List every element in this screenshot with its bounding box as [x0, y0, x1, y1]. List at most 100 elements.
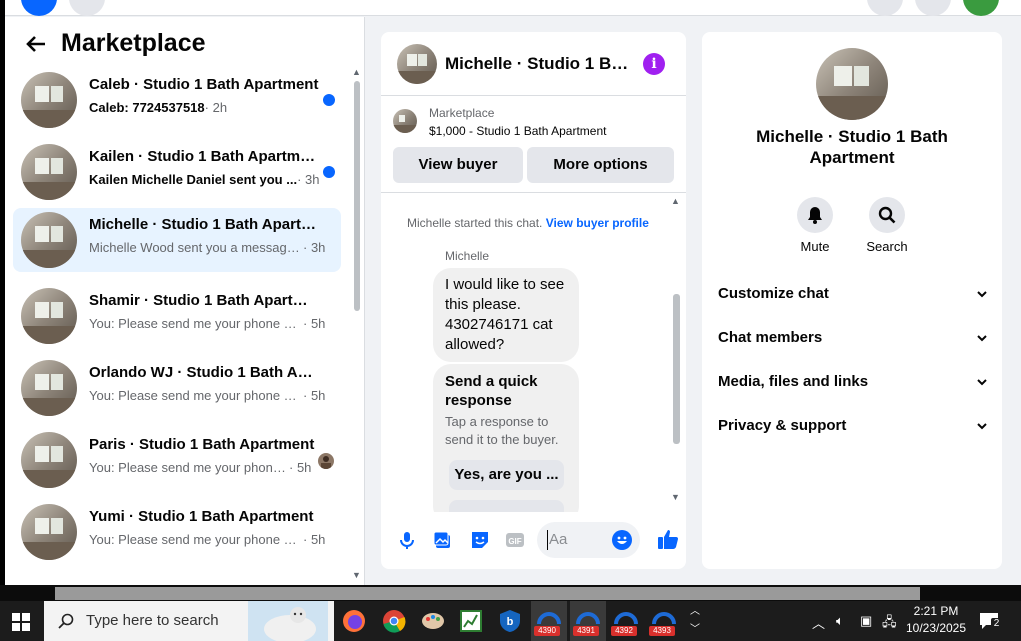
system-clock[interactable]: 2:21 PM 10/23/2025 — [904, 603, 968, 637]
show-hidden-icons-icon[interactable]: ︿ — [812, 613, 825, 632]
taskbar-app-shield[interactable]: b — [492, 601, 528, 641]
taskbar-app-paint[interactable] — [415, 601, 451, 641]
conversation-item-orlando[interactable]: Orlando WJ · Studio 1 Bath Apar... You: … — [13, 356, 341, 420]
unread-dot-icon — [323, 94, 335, 106]
media-files-links-section[interactable]: Media, files and links — [718, 370, 988, 394]
mute-label: Mute — [800, 239, 830, 254]
chrome-icon — [383, 610, 406, 633]
back-arrow-icon[interactable] — [25, 33, 47, 55]
horizontal-scrollbar-thumb[interactable] — [55, 587, 920, 600]
conversation-preview: Kailen Michelle Daniel sent you ... · 3h — [89, 172, 320, 187]
section-label: Media, files and links — [718, 373, 869, 390]
conversation-title: Orlando WJ · Studio 1 Bath Apar... — [89, 364, 319, 381]
messenger-icon[interactable] — [867, 0, 903, 16]
section-label: Chat members — [718, 329, 823, 346]
facebook-logo-icon[interactable] — [21, 0, 57, 16]
meet-now-icon[interactable]: ▣ — [860, 613, 872, 629]
taskbar-app-chrome[interactable] — [376, 601, 412, 641]
chat-title[interactable]: Michelle · Studio 1 Ba... — [445, 54, 630, 74]
conversation-item-paris[interactable]: Paris · Studio 1 Bath Apartment You: Ple… — [13, 428, 341, 492]
customize-chat-section[interactable]: Customize chat — [718, 282, 988, 306]
search-label: Search — [866, 239, 908, 254]
conversation-title: Michelle · Studio 1 Bath Apartm... — [89, 216, 319, 233]
taskbar-app-window-1[interactable]: 4390 — [531, 601, 567, 641]
view-buyer-profile-link[interactable]: View buyer profile — [546, 216, 649, 230]
conversation-item-yumi[interactable]: Yumi · Studio 1 Bath Apartment You: Plea… — [13, 500, 341, 564]
search-action[interactable]: Search — [857, 197, 917, 254]
conversation-title: Shamir · Studio 1 Bath Apartment — [89, 292, 319, 309]
scroll-down-arrow-icon[interactable]: ▼ — [352, 570, 361, 580]
scroll-down-arrow-icon[interactable]: ▼ — [671, 492, 680, 502]
conversation-preview: Michelle Wood sent you a message... · 3h — [89, 240, 326, 255]
conversation-item-kailen[interactable]: Kailen · Studio 1 Bath Apartment Kailen … — [13, 140, 341, 204]
taskbar-app-window-3[interactable]: 4392 — [608, 601, 644, 641]
scroll-up-arrow-icon[interactable]: ▲ — [671, 196, 680, 206]
chevron-down-icon — [977, 335, 987, 342]
chat-details-panel: Michelle · Studio 1 Bath Apartment Mute … — [702, 32, 1002, 569]
preview-text: Kailen Michelle Daniel sent you ... — [89, 172, 298, 187]
message-input[interactable]: Aa — [537, 522, 640, 558]
conversation-item-shamir[interactable]: Shamir · Studio 1 Bath Apartment You: Pl… — [13, 284, 341, 348]
listing-thumbnail[interactable] — [393, 109, 417, 133]
mute-action[interactable]: Mute — [785, 197, 845, 254]
emoji-icon[interactable] — [612, 530, 632, 550]
conversation-item-michelle[interactable]: Michelle · Studio 1 Bath Apartm... Miche… — [13, 208, 341, 272]
clock-date: 10/23/2025 — [905, 621, 967, 635]
quick-reply-button[interactable] — [449, 500, 564, 512]
taskbar-app-firefox[interactable] — [336, 601, 372, 641]
more-options-button[interactable]: More options — [527, 147, 674, 183]
section-label: Customize chat — [718, 285, 829, 302]
taskbar-app-spreadsheet[interactable] — [453, 601, 489, 641]
menu-icon[interactable] — [69, 0, 105, 16]
microphone-icon[interactable] — [397, 530, 417, 550]
taskbar-app-window-2[interactable]: 4391 — [570, 601, 606, 641]
image-icon[interactable] — [433, 530, 453, 550]
preview-time: 5h — [296, 460, 312, 475]
paint-icon — [422, 613, 444, 629]
list-scrollbar-thumb[interactable] — [354, 81, 360, 311]
chat-start-notice: Michelle started this chat. View buyer p… — [407, 216, 649, 230]
preview-text: Michelle Wood sent you a message... — [89, 240, 303, 255]
preview-text: Caleb: 7724537518 — [89, 100, 205, 115]
conversation-title: Yumi · Studio 1 Bath Apartment — [89, 508, 314, 525]
listing-thumbnail — [21, 72, 77, 128]
taskbar-scroll-arrows[interactable]: ︿ ﹀ — [690, 603, 700, 639]
chat-scrollbar-thumb[interactable] — [673, 294, 680, 444]
chat-header: Michelle · Studio 1 Ba... i — [381, 32, 686, 96]
preview-time: 3h — [310, 240, 326, 255]
top-navigation-bar — [5, 0, 1021, 16]
chat-members-section[interactable]: Chat members — [718, 326, 988, 350]
notification-center-icon[interactable]: 2 — [978, 611, 1002, 631]
preview-text: You: Please send me your phone nu... — [89, 532, 303, 547]
windows-start-icon[interactable] — [12, 613, 30, 631]
gif-icon[interactable]: GIF — [505, 530, 525, 550]
taskbar-app-window-4[interactable]: 4393 — [646, 601, 682, 641]
view-buyer-button[interactable]: View buyer — [393, 147, 523, 183]
conversation-title: Caleb · Studio 1 Bath Apartment — [89, 76, 319, 93]
quick-reply-button[interactable]: Yes, are you ... — [449, 460, 564, 490]
like-icon[interactable] — [657, 528, 679, 550]
chat-avatar[interactable] — [397, 44, 437, 84]
profile-avatar[interactable] — [963, 0, 999, 16]
scroll-up-arrow-icon[interactable]: ▲ — [352, 67, 361, 77]
info-icon[interactable]: i — [643, 53, 665, 75]
volume-icon[interactable]: 🔈︎ — [836, 613, 844, 629]
sticker-icon[interactable] — [470, 530, 490, 550]
notifications-icon[interactable] — [915, 0, 951, 16]
section-label: Privacy & support — [718, 417, 847, 434]
search-highlight-image — [248, 601, 328, 641]
listing-thumbnail — [21, 144, 77, 200]
conversation-list-panel: Marketplace Caleb · Studio 1 Bath Apartm… — [5, 17, 365, 585]
message-thread: Michelle started this chat. View buyer p… — [381, 194, 686, 512]
conversation-item-caleb[interactable]: Caleb · Studio 1 Bath Apartment Caleb: 7… — [13, 68, 341, 132]
conversation-name: Michelle · Studio 1 Bath Apartment — [756, 127, 948, 167]
message-input-placeholder: Aa — [549, 531, 568, 548]
seen-avatar-icon — [318, 453, 334, 469]
bell-icon — [797, 197, 833, 233]
network-icon[interactable]: 🖧︎ — [882, 613, 897, 635]
taskbar-search-box[interactable]: Type here to search — [44, 601, 334, 641]
windows-taskbar: Type here to search b 4390 4391 4392 439… — [0, 601, 1021, 641]
privacy-support-section[interactable]: Privacy & support — [718, 414, 988, 438]
listing-price-title[interactable]: $1,000 - Studio 1 Bath Apartment — [429, 124, 606, 138]
conversation-title: Kailen · Studio 1 Bath Apartment — [89, 148, 319, 165]
